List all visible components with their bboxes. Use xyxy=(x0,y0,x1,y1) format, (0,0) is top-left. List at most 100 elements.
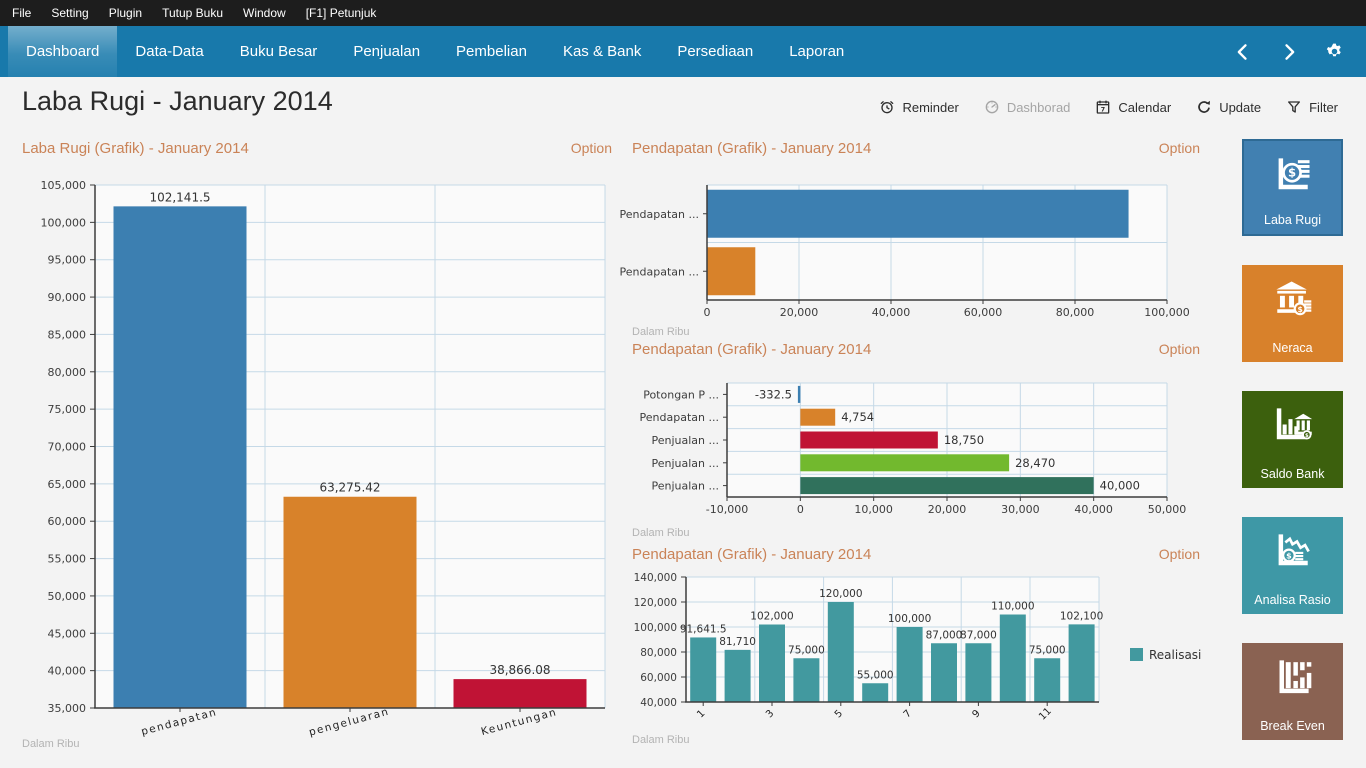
panel-title: Laba Rugi (Grafik) - January 2014 xyxy=(22,140,249,157)
tile-saldo-bank[interactable]: $Saldo Bank xyxy=(1242,391,1343,488)
svg-text:102,100: 102,100 xyxy=(1060,610,1103,622)
action-label: Filter xyxy=(1309,100,1338,115)
svg-text:Keuntungan: Keuntungan xyxy=(480,706,559,738)
calendar-button[interactable]: 7 Calendar xyxy=(1095,99,1171,115)
option-link[interactable]: Option xyxy=(1159,140,1200,156)
svg-text:20,000: 20,000 xyxy=(928,503,967,516)
svg-text:87,000: 87,000 xyxy=(926,629,963,641)
tile-label: Laba Rugi xyxy=(1244,213,1341,227)
svg-text:30,000: 30,000 xyxy=(1001,503,1040,516)
svg-text:95,000: 95,000 xyxy=(48,254,87,267)
svg-text:Pendapatan ...: Pendapatan ... xyxy=(620,265,699,278)
svg-text:85,000: 85,000 xyxy=(48,328,87,341)
chart-panel-pendapatan-2: Pendapatan (Grafik) - January 2014 Optio… xyxy=(632,341,1200,543)
svg-text:120,000: 120,000 xyxy=(819,588,862,600)
svg-text:100,000: 100,000 xyxy=(1144,306,1190,319)
svg-text:80,000: 80,000 xyxy=(48,366,87,379)
svg-text:Pendapatan ...: Pendapatan ... xyxy=(620,208,699,221)
svg-text:81,710: 81,710 xyxy=(719,636,756,648)
tile-label: Neraca xyxy=(1242,341,1343,355)
svg-text:75,000: 75,000 xyxy=(48,403,87,416)
tile-laba-rugi[interactable]: $ Laba Rugi xyxy=(1242,139,1343,236)
report-tile-rail: $Laba Rugi$Neraca$Saldo Bank$Analisa Ras… xyxy=(1242,139,1343,740)
nav-tabs: DashboardData-DataBuku BesarPenjualanPem… xyxy=(0,26,862,77)
chart-panel-pendapatan-3: Pendapatan (Grafik) - January 2014 Optio… xyxy=(632,546,1200,756)
menubar-item-file[interactable]: File xyxy=(2,0,41,26)
realisasi-monthly-bar-chart: 40,00060,00080,000100,000120,000140,0009… xyxy=(632,568,1200,748)
gauge-icon xyxy=(984,99,1000,115)
nav-forward-button chevron-right-icon[interactable] xyxy=(1279,42,1299,62)
update-button[interactable]: Update xyxy=(1196,99,1261,115)
svg-text:70,000: 70,000 xyxy=(48,441,87,454)
svg-text:55,000: 55,000 xyxy=(857,669,894,681)
svg-text:110,000: 110,000 xyxy=(991,601,1034,613)
action-label: Dashborad xyxy=(1007,100,1071,115)
nav-tab-kas-bank[interactable]: Kas & Bank xyxy=(545,26,659,77)
menubar-item-plugin[interactable]: Plugin xyxy=(99,0,152,26)
svg-text:100,000: 100,000 xyxy=(634,622,677,634)
svg-text:$: $ xyxy=(1305,433,1309,439)
svg-text:Penjualan ...: Penjualan ... xyxy=(651,480,719,493)
svg-text:Realisasi: Realisasi xyxy=(1149,648,1201,662)
tile-break-even[interactable]: Break Even xyxy=(1242,643,1343,740)
alarm-clock-icon xyxy=(879,99,895,115)
tile-neraca[interactable]: $Neraca xyxy=(1242,265,1343,362)
svg-text:$: $ xyxy=(1286,552,1292,561)
svg-text:$: $ xyxy=(1288,166,1296,180)
action-label: Reminder xyxy=(902,100,958,115)
pendapatan-hbar-chart: 020,00040,00060,00080,000100,000Pendapat… xyxy=(632,164,1200,324)
nav-tab-dashboard[interactable]: Dashboard xyxy=(8,26,117,77)
svg-text:7: 7 xyxy=(1101,106,1105,113)
svg-text:120,000: 120,000 xyxy=(634,597,677,609)
pendapatan-detail-hbar-chart: -10,000010,00020,00030,00040,00050,000-3… xyxy=(632,365,1200,525)
menubar-item-tutup-buku[interactable]: Tutup Buku xyxy=(152,0,233,26)
svg-text:10,000: 10,000 xyxy=(854,503,893,516)
nav-tab-penjualan[interactable]: Penjualan xyxy=(335,26,438,77)
svg-text:90,000: 90,000 xyxy=(48,291,87,304)
svg-text:80,000: 80,000 xyxy=(640,647,677,659)
nav-tab-pembelian[interactable]: Pembelian xyxy=(438,26,545,77)
action-label: Calendar xyxy=(1118,100,1171,115)
svg-text:38,866.08: 38,866.08 xyxy=(489,663,550,677)
option-link[interactable]: Option xyxy=(1159,341,1200,357)
svg-text:40,000: 40,000 xyxy=(48,665,87,678)
tile-label: Analisa Rasio xyxy=(1242,593,1343,607)
svg-text:91,641.5: 91,641.5 xyxy=(680,623,727,635)
svg-text:140,000: 140,000 xyxy=(634,572,677,584)
svg-text:pengeluaran: pengeluaran xyxy=(308,706,391,739)
tile-analisa-rasio[interactable]: $ Analisa Rasio xyxy=(1242,517,1343,614)
calendar-icon: 7 xyxy=(1095,99,1111,115)
reminder-button[interactable]: Reminder xyxy=(879,99,958,115)
svg-text:105,000: 105,000 xyxy=(41,179,87,192)
menubar-item-setting[interactable]: Setting xyxy=(41,0,98,26)
menubar-item-f1-petunjuk[interactable]: [F1] Petunjuk xyxy=(296,0,387,26)
menubar-item-window[interactable]: Window xyxy=(233,0,296,26)
nav-tab-data-data[interactable]: Data-Data xyxy=(117,26,221,77)
settings-button gear-icon[interactable] xyxy=(1325,42,1344,61)
option-link[interactable]: Option xyxy=(571,140,612,156)
dashborad-button: Dashborad xyxy=(984,99,1071,115)
unit-note: Dalam Ribu xyxy=(632,527,689,539)
svg-text:60,000: 60,000 xyxy=(640,672,677,684)
svg-text:55,000: 55,000 xyxy=(48,553,87,566)
option-link[interactable]: Option xyxy=(1159,546,1200,562)
nav-tab-laporan[interactable]: Laporan xyxy=(771,26,862,77)
svg-text:-10,000: -10,000 xyxy=(706,503,748,516)
panel-title: Pendapatan (Grafik) - January 2014 xyxy=(632,546,871,563)
main-nav: DashboardData-DataBuku BesarPenjualanPem… xyxy=(0,26,1366,77)
filter-button[interactable]: Filter xyxy=(1286,99,1338,115)
chart-panel-laba-rugi: Laba Rugi (Grafik) - January 2014 Option… xyxy=(22,140,612,756)
page-title: Laba Rugi - January 2014 xyxy=(22,86,333,117)
svg-text:-332.5: -332.5 xyxy=(755,387,792,401)
nav-tab-persediaan[interactable]: Persediaan xyxy=(659,26,771,77)
svg-text:60,000: 60,000 xyxy=(48,515,87,528)
nav-tab-buku-besar[interactable]: Buku Besar xyxy=(222,26,336,77)
svg-text:1: 1 xyxy=(695,708,707,720)
svg-text:11: 11 xyxy=(1037,706,1054,723)
svg-text:102,000: 102,000 xyxy=(750,611,793,623)
unit-note: Dalam Ribu xyxy=(632,326,689,338)
panel-title: Pendapatan (Grafik) - January 2014 xyxy=(632,140,871,157)
nav-back-button chevron-left-icon[interactable] xyxy=(1233,42,1253,62)
svg-text:20,000: 20,000 xyxy=(780,306,819,319)
svg-text:87,000: 87,000 xyxy=(960,629,997,641)
